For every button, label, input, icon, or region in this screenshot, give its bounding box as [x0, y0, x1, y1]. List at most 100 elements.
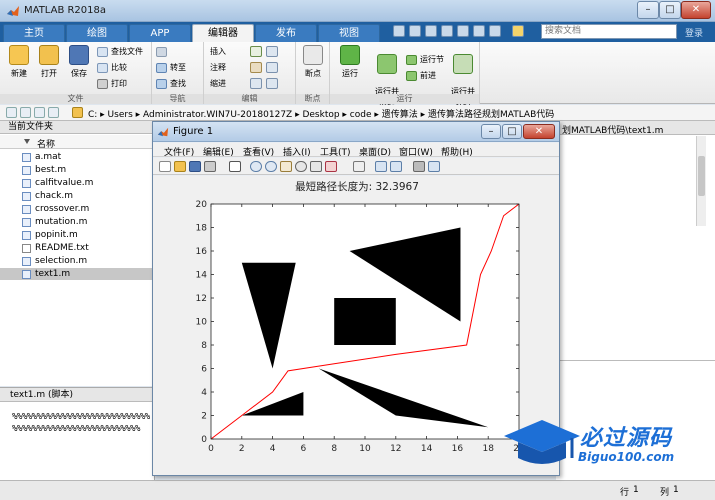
tab-apps[interactable]: APP	[129, 24, 191, 42]
login-label[interactable]: 登录	[685, 26, 703, 39]
print-icon	[97, 79, 108, 89]
search-input[interactable]: 搜索文档	[541, 24, 677, 39]
menu-insert[interactable]: 插入(I)	[283, 145, 311, 158]
editor-vscroll[interactable]	[696, 136, 706, 226]
tab-editor[interactable]: 编辑器	[192, 24, 254, 42]
menu-window[interactable]: 窗口(W)	[399, 145, 433, 158]
uncomment-icon[interactable]	[266, 62, 278, 73]
switch-window-icon[interactable]	[489, 25, 501, 37]
file-item[interactable]: a.mat	[0, 151, 155, 163]
undo-quick-icon[interactable]	[457, 25, 469, 37]
zoom-out-icon[interactable]	[265, 161, 277, 172]
outdent-icon[interactable]	[266, 78, 278, 89]
minimize-button[interactable]: –	[637, 1, 659, 19]
tab-home[interactable]: 主页	[3, 24, 65, 42]
column-header-name[interactable]: 名称	[0, 135, 155, 150]
figure-window[interactable]: Figure 1 – □ ✕ 文件(F) 编辑(E) 查看(V) 插入(I) 工…	[152, 121, 560, 476]
indent-button[interactable]: 缩进	[208, 78, 226, 90]
comment-icon[interactable]	[250, 62, 262, 73]
forward-icon[interactable]	[20, 107, 31, 118]
file-item-selected[interactable]: text1.m	[0, 268, 155, 280]
menu-tools[interactable]: 工具(T)	[320, 145, 351, 158]
menu-edit[interactable]: 编辑(E)	[203, 145, 234, 158]
menu-desktop[interactable]: 桌面(D)	[359, 145, 391, 158]
y-tick-label: 0	[201, 435, 207, 445]
file-item[interactable]: mutation.m	[0, 216, 155, 228]
back-icon[interactable]	[6, 107, 17, 118]
insert-button[interactable]: 插入	[208, 46, 226, 58]
y-tick-label: 12	[196, 294, 207, 304]
breakpoints-button[interactable]: 断点	[299, 45, 327, 79]
menu-help[interactable]: 帮助(H)	[441, 145, 473, 158]
tab-publish[interactable]: 发布	[255, 24, 317, 42]
run-section-button[interactable]: 运行节	[406, 54, 444, 66]
open-file-icon[interactable]	[174, 161, 186, 172]
close-button[interactable]: ✕	[681, 1, 711, 19]
indent-icon[interactable]	[250, 78, 262, 89]
help-icon[interactable]	[512, 25, 524, 37]
details-panel: text1.m (脚本) %%%%%%%%%%%%%%%%%%%%%%%%%%%…	[0, 387, 155, 487]
tab-view[interactable]: 视图	[318, 24, 380, 42]
print-button[interactable]: 打印	[97, 78, 127, 90]
colorbar-icon[interactable]	[375, 161, 387, 172]
menu-file[interactable]: 文件(F)	[164, 145, 194, 158]
new-button[interactable]: 新建	[5, 45, 33, 79]
redo-quick-icon[interactable]	[473, 25, 485, 37]
comment-button[interactable]: 注释	[208, 62, 226, 74]
copy-quick-icon[interactable]	[425, 25, 437, 37]
file-item[interactable]: chack.m	[0, 190, 155, 202]
up-folder-icon[interactable]	[34, 107, 45, 118]
save-figure-icon[interactable]	[189, 161, 201, 172]
menu-view[interactable]: 查看(V)	[243, 145, 274, 158]
brush-icon[interactable]	[325, 161, 337, 172]
file-item[interactable]: crossover.m	[0, 203, 155, 215]
cut-quick-icon[interactable]	[409, 25, 421, 37]
figure-title-bar[interactable]: Figure 1 – □ ✕	[153, 122, 559, 142]
figure-close-button[interactable]: ✕	[523, 124, 555, 139]
figure-maximize-button[interactable]: □	[502, 124, 522, 139]
insert-function-icon[interactable]	[266, 46, 278, 57]
fx-icon[interactable]	[250, 46, 262, 57]
pan-icon[interactable]	[280, 161, 292, 172]
back-forward-buttons[interactable]	[156, 46, 192, 58]
advance-button[interactable]: 前进	[406, 70, 436, 82]
chart-title: 最短路径长度为: 32.3967	[295, 180, 419, 193]
save-button[interactable]: 保存	[65, 45, 93, 79]
goto-button[interactable]: 转至	[156, 62, 186, 74]
open-button[interactable]: 打开	[35, 45, 63, 79]
current-path[interactable]: C: ▸ Users ▸ Administrator.WIN7U-2018012…	[88, 107, 554, 120]
figure-minimize-button[interactable]: –	[481, 124, 501, 139]
maximize-button[interactable]: □	[659, 1, 681, 19]
hide-plot-tools-icon[interactable]	[413, 161, 425, 172]
link-plot-icon[interactable]	[353, 161, 365, 172]
file-item[interactable]: popinit.m	[0, 229, 155, 241]
m-file-icon	[22, 166, 31, 175]
browse-folder-icon[interactable]	[48, 107, 59, 118]
data-cursor-icon[interactable]	[310, 161, 322, 172]
run-button[interactable]: 运行	[336, 45, 364, 79]
pointer-icon[interactable]	[229, 161, 241, 172]
find-files-button[interactable]: 查找文件	[97, 46, 143, 58]
y-tick-label: 14	[196, 271, 208, 281]
find-files-icon	[97, 47, 108, 57]
file-item[interactable]: calfitvalue.m	[0, 177, 155, 189]
file-item[interactable]: best.m	[0, 164, 155, 176]
zoom-in-icon[interactable]	[250, 161, 262, 172]
new-figure-icon[interactable]	[159, 161, 171, 172]
scroll-thumb[interactable]	[698, 156, 705, 196]
row-value: 1	[633, 485, 639, 495]
print-figure-icon[interactable]	[204, 161, 216, 172]
ribbon-group-navigate-label: 导航	[152, 94, 203, 104]
tab-plots[interactable]: 绘图	[66, 24, 128, 42]
file-item[interactable]: selection.m	[0, 255, 155, 267]
paste-quick-icon[interactable]	[441, 25, 453, 37]
rotate-icon[interactable]	[295, 161, 307, 172]
save-quick-icon[interactable]	[393, 25, 405, 37]
file-item[interactable]: README.txt	[0, 242, 155, 254]
find-button[interactable]: 查找	[156, 78, 186, 90]
ribbon-group-file-label: 文件	[0, 94, 151, 104]
legend-icon[interactable]	[390, 161, 402, 172]
compare-button[interactable]: 比较	[97, 62, 127, 74]
figure-canvas[interactable]: 最短路径长度为: 32.3967 0 2 4 6 8 10 12 14 16 18 20 0 2 4 6 8 1…	[153, 176, 559, 475]
show-plot-tools-icon[interactable]	[428, 161, 440, 172]
